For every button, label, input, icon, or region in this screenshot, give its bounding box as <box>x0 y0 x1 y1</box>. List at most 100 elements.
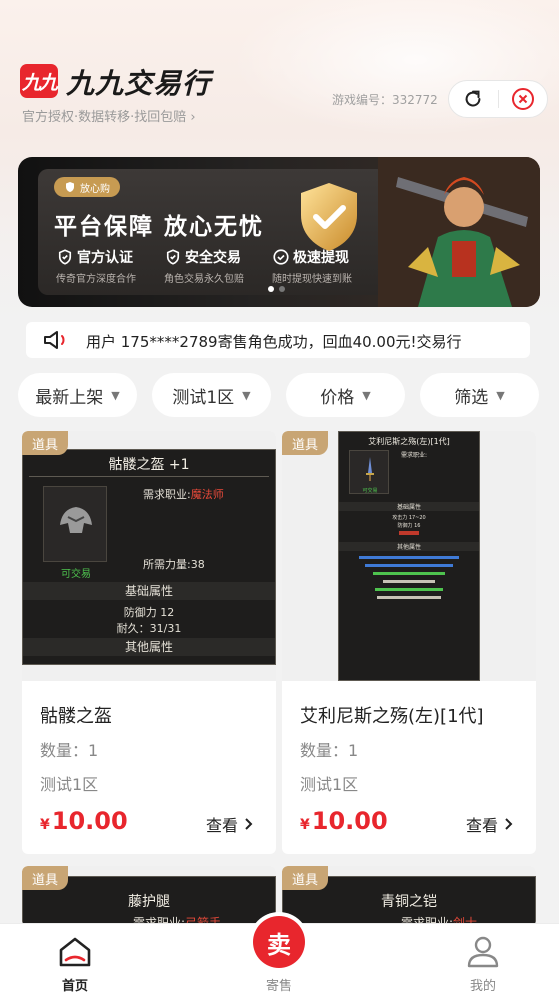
promo-banner[interactable]: 放心购 平台保障 放心无忧 官方认证 传奇官方深度合作 安全交易 角色交易永久包… <box>18 157 540 307</box>
tooltip-strength: 所需力量:38 <box>143 558 205 571</box>
view-label: 查看 <box>465 816 498 835</box>
close-icon <box>511 88 534 110</box>
banner-feature-secure: 安全交易 <box>164 247 241 267</box>
shield-badge-icon <box>66 182 74 192</box>
item-price: ¥10.00 <box>40 807 128 835</box>
req-label: 需求职业: <box>143 488 191 501</box>
tooltip-defense: 防御力 16 <box>397 523 421 529</box>
banner-tag: 放心购 <box>54 177 120 197</box>
refresh-icon <box>465 90 481 107</box>
tooltip-grey-line <box>377 596 441 599</box>
filter-label: 最新上架 <box>35 387 104 408</box>
tooltip-divider <box>29 476 269 477</box>
tooltip-section: 其他属性 <box>339 542 479 551</box>
item-tag: 道具 <box>22 866 69 890</box>
price-value: 10.00 <box>311 807 388 835</box>
chevron-right-icon <box>245 818 253 830</box>
tooltip-blue-line <box>365 564 453 567</box>
tooltip-grey-line <box>383 580 435 583</box>
item-card[interactable]: 艾利尼斯之殇(左)[1代] 需求职业: 可交易 基础属性 攻击力 17~20 防… <box>282 431 536 854</box>
chevron-down-icon: ▼ <box>362 388 371 402</box>
tooltip-title: 艾利尼斯之殇(左)[1代] <box>368 437 450 446</box>
filter-server[interactable]: 测试1区 ▼ <box>152 373 271 417</box>
tab-label: 首页 <box>61 979 88 994</box>
secure-shield-icon <box>166 249 180 265</box>
chevron-down-icon: ▼ <box>242 388 251 402</box>
item-card[interactable]: 藤护腿 需求职业:弓箭手 道具 <box>22 866 276 926</box>
item-quantity: 数量：1 <box>300 741 359 760</box>
helmet-icon <box>60 507 92 533</box>
pagination-dot-active[interactable] <box>268 286 274 292</box>
item-name: 骷髅之盔 <box>40 706 112 727</box>
item-image: 骷髅之盔 +1 可交易 需求职业:魔法师 所需力量:38 基础属性 防御力 12… <box>22 431 276 681</box>
filter-more[interactable]: 筛选 ▼ <box>420 373 539 417</box>
currency-symbol: ¥ <box>300 817 310 833</box>
close-button[interactable] <box>498 80 547 118</box>
tradable-label: 可交易 <box>362 488 378 494</box>
chevron-down-icon: ▼ <box>496 388 505 402</box>
tooltip-attack: 攻击力 17~20 <box>392 515 426 521</box>
tab-home[interactable]: 首页 <box>15 924 135 997</box>
item-name: 艾利尼斯之殇(左)[1代] <box>300 706 484 727</box>
sword-icon <box>366 457 374 481</box>
banner-pagination <box>268 286 285 292</box>
app-slogan-link[interactable]: 官方授权·数据转移·找回包赔 › <box>22 106 196 125</box>
filter-label: 价格 <box>320 387 355 408</box>
tooltip-red-line <box>399 531 419 535</box>
game-id: 游戏编号：332772 <box>332 93 438 107</box>
speaker-icon <box>44 331 65 349</box>
banner-feature-sub: 传奇官方深度合作 <box>56 274 136 285</box>
app-logo: 九九 <box>20 64 58 98</box>
gold-shield-icon <box>301 183 357 251</box>
banner-title: 平台保障 放心无忧 <box>54 214 265 240</box>
view-label: 查看 <box>205 816 238 835</box>
item-price: ¥10.00 <box>300 807 388 835</box>
filter-label: 筛选 <box>454 387 489 408</box>
certified-shield-icon <box>58 249 72 265</box>
header-decoration <box>200 0 559 150</box>
tooltip-item-slot: 可交易 <box>349 450 389 494</box>
pagination-dot[interactable] <box>279 286 285 292</box>
view-button[interactable]: 查看 <box>466 812 516 836</box>
tab-label: 我的 <box>469 979 496 994</box>
withdraw-check-icon <box>273 249 289 265</box>
tooltip-title: 藤护腿 <box>128 894 170 910</box>
tooltip-section: 其他属性 <box>23 638 275 656</box>
item-tooltip-screenshot: 艾利尼斯之殇(左)[1代] 需求职业: 可交易 基础属性 攻击力 17~20 防… <box>338 431 480 681</box>
banner-feature-label: 官方认证 <box>77 250 133 266</box>
tooltip-section: 基础属性 <box>339 502 479 511</box>
price-value: 10.00 <box>51 807 128 835</box>
currency-symbol: ¥ <box>40 817 50 833</box>
tab-label: 寄售 <box>265 979 292 994</box>
home-icon <box>59 937 91 967</box>
warrior-character-image <box>378 157 540 307</box>
item-server: 测试1区 <box>40 775 99 794</box>
sell-button[interactable]: 卖 <box>253 916 305 968</box>
filter-sort[interactable]: 最新上架 ▼ <box>18 373 137 417</box>
tooltip-item-slot: 可交易 <box>43 486 107 580</box>
item-card[interactable]: 青铜之铠 需求职业:剑士 道具 <box>282 866 536 926</box>
tooltip-blue-line <box>359 556 459 559</box>
tab-mine[interactable]: 我的 <box>423 924 543 997</box>
mini-program-capsule <box>448 80 548 118</box>
tooltip-title: 青铜之铠 <box>381 894 437 910</box>
notice-text: 用户 175****2789寄售角色成功，回血40.00元!交易行 <box>86 333 462 351</box>
item-server: 测试1区 <box>300 775 359 794</box>
view-button[interactable]: 查看 <box>206 812 256 836</box>
banner-feature-sub: 角色交易永久包赔 <box>164 274 244 285</box>
app-name: 九九交易行 <box>66 67 212 100</box>
refresh-button[interactable] <box>449 80 498 118</box>
banner-feature-label: 安全交易 <box>185 250 241 266</box>
item-card[interactable]: 骷髅之盔 +1 可交易 需求职业:魔法师 所需力量:38 基础属性 防御力 12… <box>22 431 276 854</box>
filter-price[interactable]: 价格 ▼ <box>286 373 405 417</box>
tooltip-requirement: 需求职业: <box>401 452 428 459</box>
tooltip-durability: 耐久：31/31 <box>116 622 182 635</box>
item-tag: 道具 <box>282 866 329 890</box>
banner-tag-label: 放心购 <box>80 183 110 195</box>
notice-bar[interactable]: 用户 175****2789寄售角色成功，回血40.00元!交易行 <box>26 322 530 358</box>
tooltip-requirement: 需求职业:魔法师 <box>143 486 224 502</box>
item-tag: 道具 <box>282 431 329 455</box>
item-quantity: 数量：1 <box>40 741 99 760</box>
item-image: 艾利尼斯之殇(左)[1代] 需求职业: 可交易 基础属性 攻击力 17~20 防… <box>282 431 536 681</box>
tradable-label: 可交易 <box>61 569 91 580</box>
